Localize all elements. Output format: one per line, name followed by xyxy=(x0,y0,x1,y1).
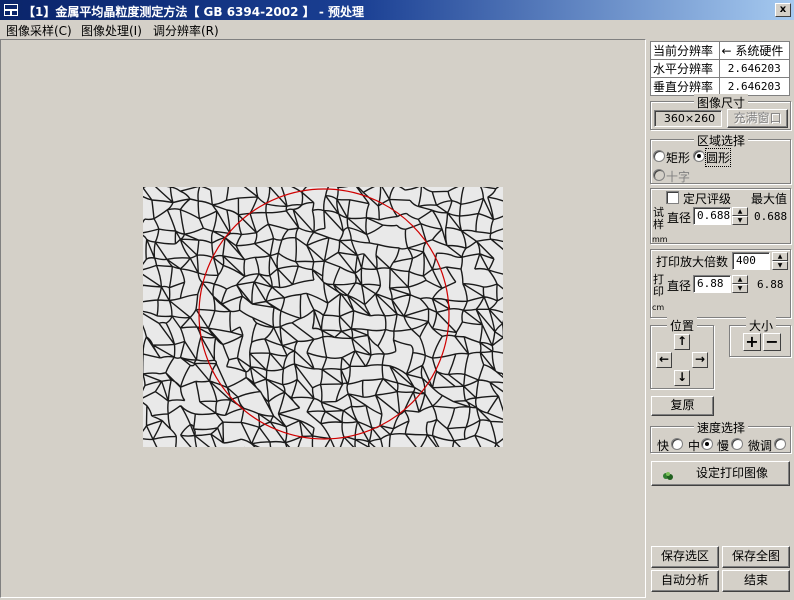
print-diameter-label: 直径 xyxy=(667,279,692,293)
minus-icon[interactable]: − xyxy=(763,333,781,351)
end-button[interactable]: 结束 xyxy=(722,570,790,592)
reset-button[interactable]: 复原 xyxy=(651,396,714,416)
horizontal-resolution-label: 水平分辨率 xyxy=(650,59,720,78)
set-print-image-button[interactable]: 设定打印图像 xyxy=(651,461,790,486)
sample-diameter-input[interactable]: 0.688 xyxy=(693,207,731,225)
spin-up-icon[interactable]: ▲ xyxy=(732,207,748,216)
speed-fine-label: 微调 xyxy=(748,439,773,453)
sample-side-label: 试样 xyxy=(653,206,664,231)
image-size-value: 360×260 xyxy=(654,110,722,127)
horizontal-resolution-value: 2.646203 xyxy=(718,59,791,78)
save-all-button[interactable]: 保存全图 xyxy=(722,546,790,568)
grain-micrograph[interactable] xyxy=(143,187,503,447)
sample-max-value: 0.688 xyxy=(754,210,788,223)
vertical-resolution-label: 垂直分辨率 xyxy=(650,77,720,96)
print-magnification-label: 打印放大倍数 xyxy=(656,255,729,269)
speed-slow-label: 慢 xyxy=(717,439,730,453)
arrow-down-icon[interactable]: ↓ xyxy=(674,370,690,386)
speed-fast-radio[interactable] xyxy=(671,438,683,450)
spin-up-icon[interactable]: ▲ xyxy=(732,275,748,284)
arrow-right-icon[interactable]: → xyxy=(692,352,708,368)
menu-image-sampling[interactable]: 图像采样(C) xyxy=(6,22,72,39)
speed-legend: 速度选择 xyxy=(694,419,749,436)
fill-window-button[interactable]: 充满窗口 xyxy=(727,109,788,128)
print-side-label: 打印 xyxy=(653,273,664,298)
grain-image xyxy=(143,187,503,447)
vertical-resolution-value: 2.646203 xyxy=(718,77,791,96)
spin-down-icon[interactable]: ▼ xyxy=(772,261,788,270)
menu-bar: 图像采样(C) 图像处理(I) 调分辨率(R) xyxy=(0,20,794,39)
auto-analyze-button[interactable]: 自动分析 xyxy=(651,570,719,592)
circle-label: 圆形 xyxy=(704,148,732,167)
print-magnification-input[interactable]: 400 xyxy=(732,252,770,270)
speed-slow-radio[interactable] xyxy=(731,438,743,450)
print-image-icon xyxy=(662,467,674,480)
circle-radio[interactable] xyxy=(693,150,705,162)
print-diameter-input[interactable]: 6.88 xyxy=(693,275,731,293)
menu-image-processing[interactable]: 图像处理(I) xyxy=(81,22,142,39)
arrow-left-icon[interactable]: ← xyxy=(656,352,672,368)
arrow-up-icon[interactable]: ↑ xyxy=(674,334,690,350)
rect-label: 矩形 xyxy=(666,151,691,165)
window-title: 【1】金属平均晶粒度测定方法【 GB 6394-2002 】 - 预处理 xyxy=(23,5,364,19)
menu-adjust-resolution[interactable]: 调分辨率(R) xyxy=(153,22,219,39)
cross-label: 十字 xyxy=(666,170,691,184)
spin-down-icon[interactable]: ▼ xyxy=(732,284,748,293)
max-value-label: 最大值 xyxy=(751,192,788,206)
ruler-grading-checkbox[interactable] xyxy=(666,191,679,204)
position-legend: 位置 xyxy=(667,317,698,334)
print-unit-label: cm xyxy=(652,303,665,312)
set-print-image-label: 设定打印图像 xyxy=(696,466,769,480)
spin-up-icon[interactable]: ▲ xyxy=(772,252,788,261)
speed-mid-label: 中 xyxy=(688,439,701,453)
sample-unit-label: mm xyxy=(652,235,668,244)
current-resolution-label: 当前分辨率 xyxy=(650,41,720,60)
speed-fast-label: 快 xyxy=(657,439,670,453)
speed-mid-radio[interactable] xyxy=(701,438,713,450)
app-icon[interactable] xyxy=(3,3,19,17)
resolution-table: 当前分辨率 ← 系统硬件 水平分辨率 2.646203 垂直分辨率 2.6462… xyxy=(650,41,791,96)
image-viewport[interactable] xyxy=(0,39,646,598)
save-selection-button[interactable]: 保存选区 xyxy=(651,546,719,568)
ruler-grading-label: 定尺评级 xyxy=(683,192,732,206)
sample-diameter-label: 直径 xyxy=(667,211,692,225)
region-select-legend: 区域选择 xyxy=(694,132,749,149)
spin-down-icon[interactable]: ▼ xyxy=(732,216,748,225)
plus-icon[interactable]: + xyxy=(743,333,761,351)
print-max-value: 6.88 xyxy=(757,278,784,291)
system-hardware-label[interactable]: ← 系统硬件 xyxy=(718,41,791,60)
close-button[interactable]: x xyxy=(775,3,791,17)
title-bar: 【1】金属平均晶粒度测定方法【 GB 6394-2002 】 - 预处理 x xyxy=(0,0,794,20)
rect-radio[interactable] xyxy=(653,150,665,162)
speed-fine-radio[interactable] xyxy=(774,438,786,450)
cross-radio[interactable] xyxy=(653,169,665,181)
